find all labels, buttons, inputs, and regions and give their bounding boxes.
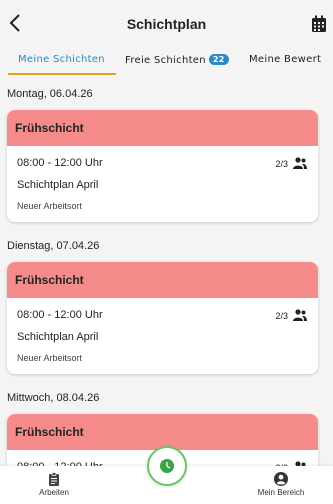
app-header: Schichtplan — [0, 0, 333, 48]
day-heading: Dienstag, 07.04.26 — [7, 240, 100, 252]
day-heading: Mittwoch, 08.04.26 — [7, 392, 100, 404]
tab-meine-schichten[interactable]: Meine Schichten — [18, 54, 105, 65]
shift-time: 08:00 - 12:00 Uhr — [17, 157, 103, 169]
staff-count: 2/3 — [275, 311, 288, 321]
nav-arbeiten-label: Arbeiten — [39, 488, 69, 497]
people-icon — [293, 309, 307, 321]
nav-mein-bereich[interactable]: Mein Bereich — [252, 472, 310, 497]
nav-arbeiten[interactable]: Arbeiten — [34, 472, 74, 497]
staff-count: 2/3 — [275, 159, 288, 169]
day-heading: Montag, 06.04.26 — [7, 88, 93, 100]
shift-plan-name: Schichtplan April — [17, 179, 99, 191]
shift-card[interactable]: Frühschicht 08:00 - 12:00 Uhr 2/3 Schich… — [7, 110, 318, 222]
shift-name: Frühschicht — [7, 262, 318, 298]
tab-bar: Meine Schichten Freie Schichten 22 Meine … — [0, 48, 333, 76]
active-tab-indicator — [8, 73, 116, 75]
shift-card[interactable]: Frühschicht 08:00 - 12:00 Uhr 2/3 Schich… — [7, 262, 318, 374]
time-tracking-button[interactable] — [147, 446, 187, 486]
shift-name: Frühschicht — [7, 110, 318, 146]
people-icon — [293, 157, 307, 169]
count-badge: 22 — [208, 54, 229, 65]
calendar-icon[interactable] — [311, 15, 327, 33]
tab-meine-bewertungen[interactable]: Meine Bewert — [249, 54, 321, 65]
nav-mein-bereich-label: Mein Bereich — [257, 488, 305, 497]
user-circle-icon — [274, 472, 288, 486]
shift-name: Frühschicht — [7, 414, 318, 450]
shift-location: Neuer Arbeitsort — [17, 353, 83, 363]
page-title: Schichtplan — [126, 16, 207, 32]
tab-freie-schichten-label: Freie Schichten — [125, 55, 206, 66]
shift-time: 08:00 - 12:00 Uhr — [17, 309, 103, 321]
clock-icon — [160, 459, 174, 473]
clipboard-icon — [49, 472, 59, 486]
shift-location: Neuer Arbeitsort — [17, 201, 83, 211]
tab-freie-schichten[interactable]: Freie Schichten 22 — [125, 54, 229, 66]
shift-plan-name: Schichtplan April — [17, 331, 99, 343]
